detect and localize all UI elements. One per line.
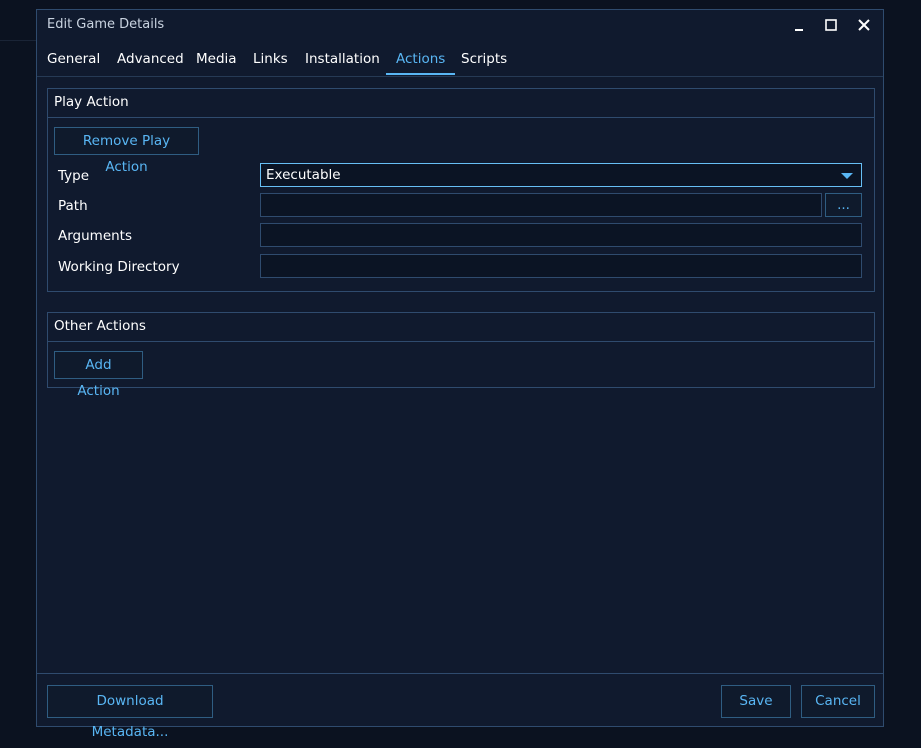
chevron-down-icon bbox=[841, 173, 853, 179]
play-action-group: Play Action Remove Play Action Type Exec… bbox=[47, 88, 875, 292]
add-action-button[interactable]: Add Action bbox=[54, 351, 143, 399]
tab-installation[interactable]: Installation bbox=[295, 46, 390, 75]
maximize-button[interactable] bbox=[819, 14, 843, 36]
remove-play-action-button[interactable]: Remove Play Action bbox=[54, 127, 199, 175]
browse-path-button[interactable]: ... bbox=[825, 193, 862, 217]
arguments-label: Arguments bbox=[58, 228, 133, 244]
working-directory-input[interactable] bbox=[260, 254, 862, 278]
tab-scripts[interactable]: Scripts bbox=[451, 46, 517, 75]
tab-bar: General Advanced Media Links Installatio… bbox=[37, 46, 883, 77]
save-button[interactable]: Save bbox=[721, 685, 791, 718]
footer-divider bbox=[37, 673, 883, 674]
type-dropdown[interactable]: Executable bbox=[260, 163, 862, 187]
type-label: Type bbox=[58, 168, 90, 184]
path-input[interactable] bbox=[260, 193, 822, 217]
path-label: Path bbox=[58, 198, 88, 214]
cancel-button[interactable]: Cancel bbox=[801, 685, 875, 718]
download-metadata-button[interactable]: Download Metadata... bbox=[47, 685, 213, 740]
maximize-icon bbox=[825, 19, 837, 31]
tab-media[interactable]: Media bbox=[186, 46, 247, 75]
title-bar[interactable]: Edit Game Details bbox=[37, 10, 883, 40]
tab-general[interactable]: General bbox=[37, 46, 110, 75]
background-divider bbox=[0, 40, 36, 41]
other-actions-header: Other Actions bbox=[48, 313, 874, 342]
tab-links[interactable]: Links bbox=[243, 46, 298, 75]
arguments-input[interactable] bbox=[260, 223, 862, 247]
minimize-icon bbox=[795, 29, 803, 31]
window-title: Edit Game Details bbox=[47, 17, 165, 32]
other-actions-group: Other Actions Add Action bbox=[47, 312, 875, 399]
minimize-button[interactable] bbox=[787, 14, 811, 36]
tab-advanced[interactable]: Advanced bbox=[107, 46, 194, 75]
play-action-header: Play Action bbox=[48, 89, 874, 118]
edit-game-details-dialog: Edit Game Details General Advanced Media… bbox=[36, 9, 884, 740]
tab-actions[interactable]: Actions bbox=[386, 46, 456, 75]
working-directory-label: Working Directory bbox=[58, 259, 180, 275]
type-value: Executable bbox=[266, 167, 341, 183]
close-icon bbox=[858, 19, 870, 31]
close-button[interactable] bbox=[852, 14, 876, 36]
